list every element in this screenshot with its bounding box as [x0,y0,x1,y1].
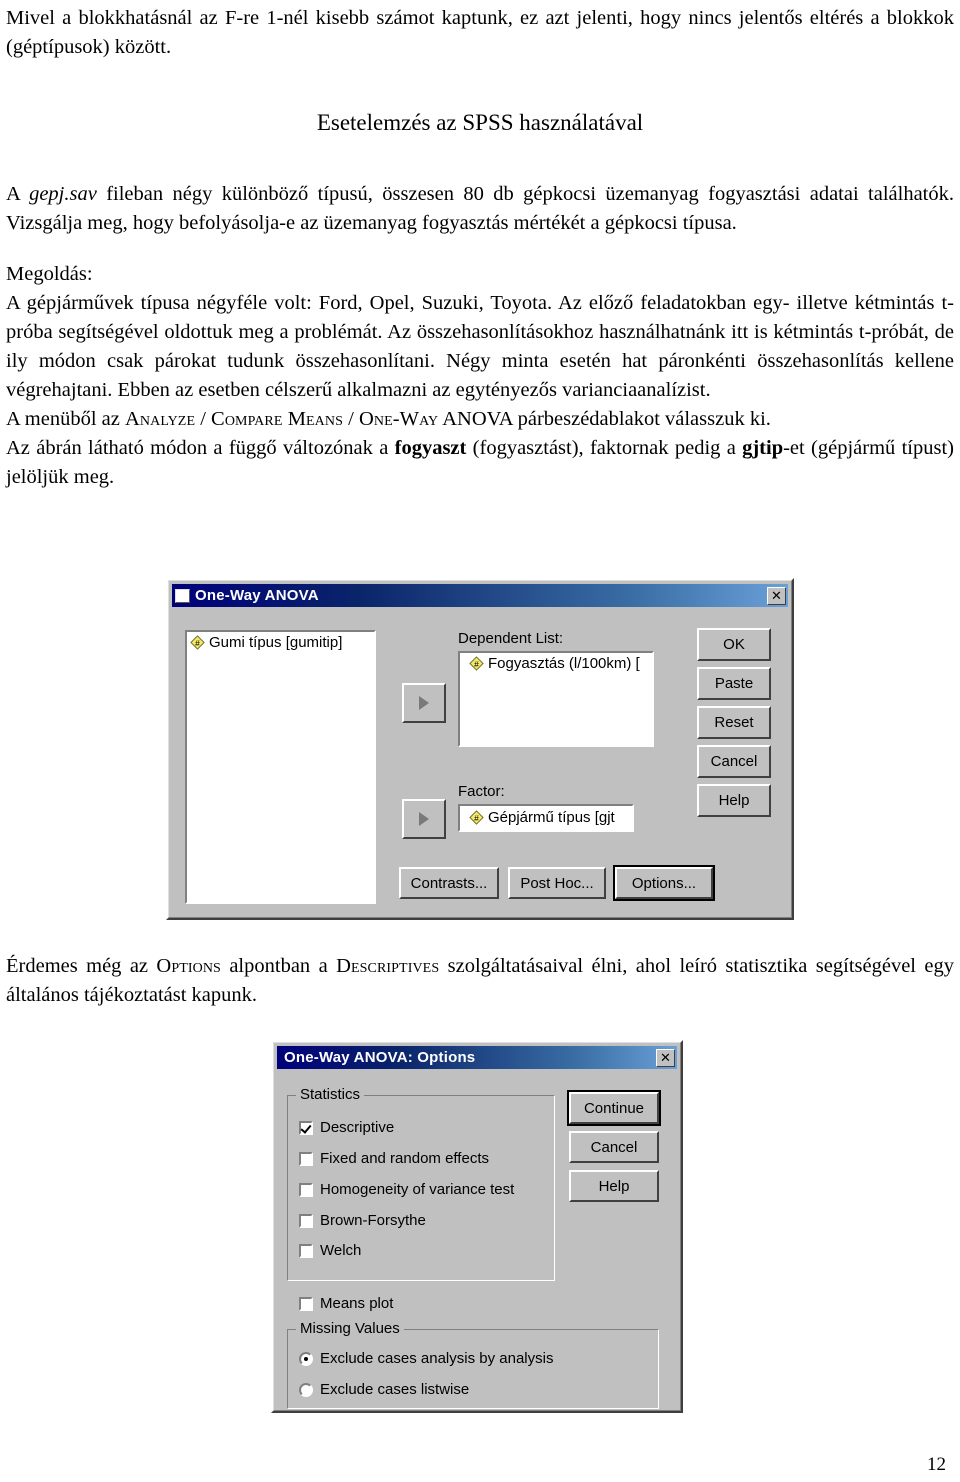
statistics-group-title: Statistics [296,1086,365,1103]
variable-fogyaszt: fogyaszt [394,437,467,459]
figure-text-b: (fogyasztást), faktornak pedig a [466,437,743,459]
svg-text:#: # [474,659,479,669]
solution-paragraph: A gépjárművek típusa négyféle volt: Ford… [6,292,954,401]
close-icon[interactable]: ✕ [767,586,786,605]
paste-button[interactable]: Paste [697,667,771,700]
reset-button[interactable]: Reset [697,706,771,739]
file-name: gepj.sav [29,183,97,205]
options-note-block: Érdemes még az Options alpontban a Descr… [6,952,954,1010]
checkbox-brown-forsythe[interactable]: Brown-Forsythe [299,1212,426,1229]
contrasts-button[interactable]: Contrasts... [399,867,499,899]
numeric-variable-icon: # [469,810,484,825]
anova-title-bar[interactable]: One-Way ANOVA ✕ [172,584,788,607]
radio-exclude-cases-listwise[interactable]: Exclude cases listwise [299,1381,469,1398]
one-way-anova-dialog[interactable]: One-Way ANOVA ✕ # Gumi típus [gumitip] D… [166,578,794,920]
menu-sep-2: / [343,408,359,430]
move-to-factor-button[interactable] [402,799,446,839]
radio-icon[interactable] [299,1382,313,1397]
menu-text-a: A menüből az [6,408,125,430]
radio-icon[interactable] [299,1351,313,1366]
menu-sep-1: / [195,408,212,430]
svg-text:#: # [474,813,479,823]
checkbox-fixed-and-random-effects[interactable]: Fixed and random effects [299,1150,489,1167]
figure-text-a: Az ábrán látható módon a függő változóna… [6,437,395,459]
close-icon[interactable]: ✕ [656,1048,675,1067]
descriptives-keyword: Descriptives [336,955,440,977]
checkbox-icon[interactable] [299,1151,313,1166]
source-variable-label: Gumi típus [gumitip] [209,634,343,651]
radio-exclude-cases-analysis-by-analysis[interactable]: Exclude cases analysis by analysis [299,1350,553,1367]
options-keyword: Options [156,955,221,977]
svg-text:#: # [195,638,200,648]
options-note-text-a: Érdemes még az [6,955,157,977]
radio-label: Exclude cases analysis by analysis [320,1350,554,1367]
help-button[interactable]: Help [569,1170,659,1202]
options-note-paragraph: Érdemes még az Options alpontban a Descr… [6,952,954,1010]
checkbox-descriptive[interactable]: Descriptive [299,1119,394,1136]
task-text-a: A [6,183,30,205]
dependent-variable-label: Fogyasztás (l/100km) [ [488,655,640,672]
anova-dialog-body: One-Way ANOVA ✕ # Gumi típus [gumitip] D… [168,580,792,918]
task-text-b: fileban négy különböző típusú, összesen … [6,183,954,234]
options-title-text: One-Way ANOVA: Options [284,1049,476,1066]
options-title-bar[interactable]: One-Way ANOVA: Options ✕ [277,1046,677,1069]
menu-one-way: One-Way [358,408,439,430]
anova-title-text: One-Way ANOVA [195,587,319,604]
section-title: Esetelemzés az SPSS használatával [316,110,644,135]
options-note-text-b: alpontban a [220,955,337,977]
continue-button[interactable]: Continue [567,1090,661,1126]
one-way-anova-options-dialog[interactable]: One-Way ANOVA: Options ✕ Statistics Desc… [271,1040,683,1413]
ok-button[interactable]: OK [697,628,771,661]
arrow-right-icon [419,812,429,826]
factor-variable-item[interactable]: # Gépjármű típus [gjt [460,806,632,826]
task-paragraph: A gepj.sav fileban négy különböző típusú… [6,180,954,238]
post-hoc-button[interactable]: Post Hoc... [508,867,606,899]
arrow-right-icon [419,696,429,710]
checkbox-homogeneity-of-variance-test[interactable]: Homogeneity of variance test [299,1181,514,1198]
menu-analyze: Analyze [125,408,196,430]
menu-path-paragraph: A menüből az Analyze / Compare Means / O… [6,405,954,434]
checkbox-label: Fixed and random effects [320,1150,489,1167]
variable-gjtip: gjtip [742,437,784,459]
options-dialog-body: One-Way ANOVA: Options ✕ Statistics Desc… [273,1042,681,1411]
cancel-button[interactable]: Cancel [569,1131,659,1163]
checkbox-label: Homogeneity of variance test [320,1181,515,1198]
checkbox-icon[interactable] [299,1296,313,1311]
cancel-button[interactable]: Cancel [697,745,771,778]
menu-compare-means: Compare Means [211,408,343,430]
solution-label: Megoldás: [6,263,93,285]
intro-paragraph: Mivel a blokkhatásnál az F-re 1-nél kise… [6,7,954,58]
dependent-list-label: Dependent List: [458,630,564,647]
checkbox-label: Welch [320,1242,362,1259]
options-button[interactable]: Options... [613,865,715,901]
dependent-list[interactable]: # Fogyasztás (l/100km) [ [458,651,654,747]
window-icon [175,588,190,603]
checkbox-label: Means plot [320,1295,394,1312]
move-to-dependent-button[interactable] [402,683,446,723]
checkbox-welch[interactable]: Welch [299,1242,361,1259]
source-variable-item[interactable]: # Gumi típus [gumitip] [187,632,374,651]
numeric-variable-icon: # [469,656,484,671]
numeric-variable-icon: # [190,635,205,650]
menu-text-b: ANOVA párbeszédablakot válasszuk ki. [438,408,771,430]
checkbox-icon[interactable] [299,1182,313,1197]
document-page: Mivel a blokkhatásnál az F-re 1-nél kise… [0,0,960,492]
missing-values-group-title: Missing Values [296,1320,404,1337]
factor-variable-label: Gépjármű típus [gjt [488,809,615,826]
dependent-variable-item[interactable]: # Fogyasztás (l/100km) [ [460,653,652,672]
page-number: 12 [927,1454,946,1475]
figure-instruction-paragraph: Az ábrán látható módon a függő változóna… [6,434,954,492]
checkbox-label: Brown-Forsythe [320,1212,426,1229]
help-button[interactable]: Help [697,784,771,817]
checkbox-icon[interactable] [299,1120,313,1135]
checkbox-icon[interactable] [299,1213,313,1228]
checkbox-label: Descriptive [320,1119,395,1136]
radio-label: Exclude cases listwise [320,1381,470,1398]
checkbox-icon[interactable] [299,1243,313,1258]
factor-field[interactable]: # Gépjármű típus [gjt [458,804,634,832]
checkbox-means-plot[interactable]: Means plot [299,1295,393,1312]
factor-label: Factor: [458,783,505,800]
source-variable-list[interactable]: # Gumi típus [gumitip] [185,630,376,904]
